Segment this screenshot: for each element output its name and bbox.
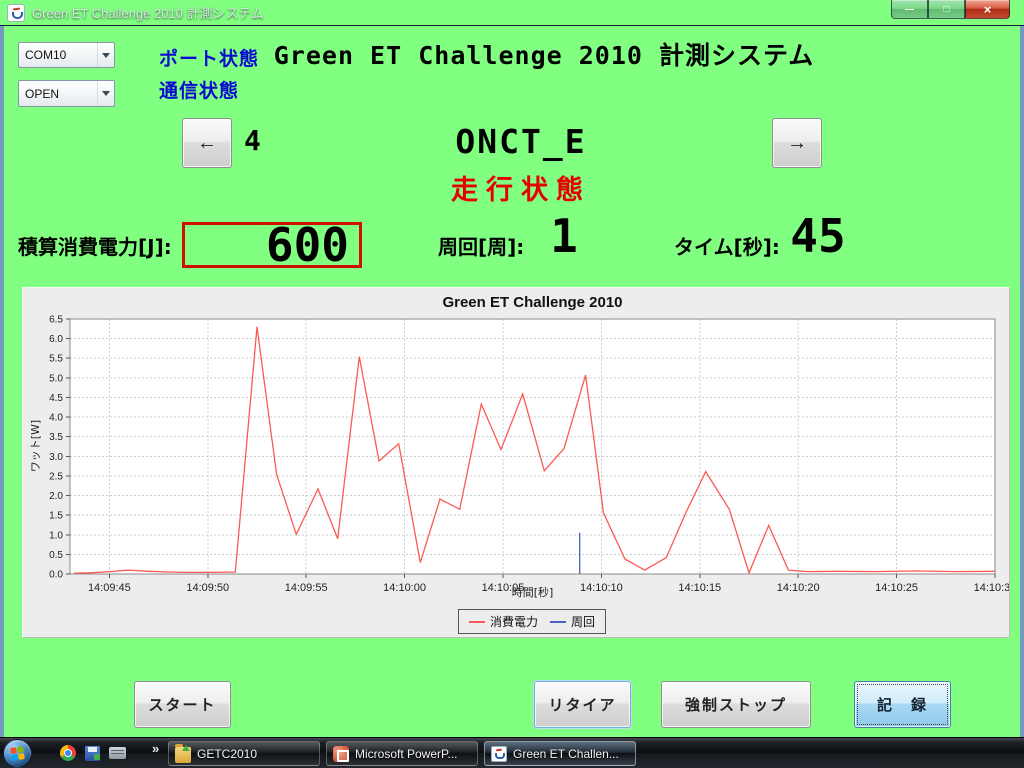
record-button[interactable]: 記 録 bbox=[854, 681, 951, 728]
taskbar: » GETC2010 Microsoft PowerP... Green ET … bbox=[0, 737, 1024, 768]
svg-text:4.0: 4.0 bbox=[49, 413, 63, 424]
energy-value-box: 600 bbox=[182, 222, 362, 268]
taskbar-window-button[interactable]: Green ET Challen... bbox=[484, 741, 636, 766]
svg-text:0.5: 0.5 bbox=[49, 550, 63, 561]
chrome-icon[interactable] bbox=[60, 745, 76, 761]
svg-text:2.0: 2.0 bbox=[49, 491, 63, 502]
quick-launch-bar bbox=[60, 745, 126, 761]
energy-label: 積算消費電力[J]: bbox=[18, 235, 172, 259]
prev-team-button[interactable]: ← bbox=[182, 118, 232, 168]
svg-text:3.0: 3.0 bbox=[49, 452, 63, 463]
left-arrow-icon: ← bbox=[197, 131, 217, 154]
svg-text:5.0: 5.0 bbox=[49, 373, 63, 384]
force-stop-button[interactable]: 強制ストップ bbox=[661, 681, 811, 728]
svg-text:6.5: 6.5 bbox=[49, 315, 63, 326]
svg-text:4.5: 4.5 bbox=[49, 393, 63, 404]
time-value: 45 bbox=[790, 209, 846, 263]
chart-legend: 消費電力 周回 bbox=[457, 609, 607, 634]
time-label: タイム[秒]: bbox=[674, 235, 780, 259]
legend-label: 周回 bbox=[571, 615, 596, 629]
java-app-icon bbox=[7, 3, 25, 22]
svg-text:6.0: 6.0 bbox=[49, 334, 63, 345]
port-open-dropdown-button[interactable] bbox=[97, 81, 114, 106]
legend-swatch bbox=[468, 620, 485, 623]
taskbar-window-buttons: GETC2010 Microsoft PowerP... Green ET Ch… bbox=[168, 741, 636, 766]
taskbar-window-button[interactable]: Microsoft PowerP... bbox=[326, 741, 478, 766]
svg-text:2.5: 2.5 bbox=[49, 471, 63, 482]
lap-value: 1 bbox=[550, 209, 578, 263]
team-name: ONCT_E bbox=[455, 122, 587, 161]
legend-swatch bbox=[550, 620, 566, 623]
chart-panel: Green ET Challenge 2010 ワット[W] 0.0 0.5 1.0… bbox=[22, 287, 1010, 638]
maximize-button[interactable]: □ bbox=[928, 0, 965, 19]
removable-drive-icon[interactable] bbox=[85, 745, 100, 761]
overflow-chevron-icon[interactable]: » bbox=[152, 741, 159, 756]
svg-text:0.0: 0.0 bbox=[49, 570, 63, 581]
app-canvas: COM10 OPEN ポート状態 通信状態 Green ET Challenge… bbox=[0, 26, 1024, 737]
svg-text:3.5: 3.5 bbox=[49, 432, 63, 443]
svg-text:1.5: 1.5 bbox=[49, 511, 63, 522]
svg-text:1.0: 1.0 bbox=[49, 530, 63, 541]
window-titlebar: Green ET Challenge 2010 計測システム — □ × bbox=[0, 0, 1024, 26]
lap-label: 周回[周]: bbox=[438, 235, 525, 259]
right-arrow-icon: → bbox=[787, 131, 807, 154]
powerpoint-icon bbox=[333, 745, 349, 762]
next-team-button[interactable]: → bbox=[772, 118, 822, 168]
close-button[interactable]: × bbox=[965, 0, 1010, 19]
retire-button[interactable]: リタイア bbox=[534, 681, 631, 728]
window-controls: — □ × bbox=[891, 0, 1010, 19]
taskbar-window-button[interactable]: GETC2010 bbox=[168, 741, 320, 766]
legend-item: 消費電力 bbox=[468, 613, 538, 630]
run-status: 走行状態 bbox=[451, 175, 591, 206]
svg-text:5.5: 5.5 bbox=[49, 354, 63, 365]
legend-label: 消費電力 bbox=[489, 615, 538, 629]
java-icon bbox=[491, 745, 507, 762]
window-title: Green ET Challenge 2010 計測システム bbox=[32, 6, 265, 21]
energy-value: 600 bbox=[265, 218, 349, 272]
start-button[interactable]: スタート bbox=[134, 681, 231, 728]
app-title: Green ET Challenge 2010 計測システム bbox=[273, 41, 815, 70]
team-index: 4 bbox=[244, 124, 261, 157]
windows-flag-icon bbox=[10, 746, 25, 761]
port-open-value: OPEN bbox=[25, 86, 60, 101]
minimize-button[interactable]: — bbox=[891, 0, 928, 19]
folder-icon bbox=[175, 743, 191, 763]
legend-item: 周回 bbox=[550, 613, 595, 630]
chevron-down-icon bbox=[102, 91, 110, 96]
comm-status-label: 通信状態 bbox=[159, 80, 240, 102]
server-icon[interactable] bbox=[109, 747, 126, 759]
screen: Green ET Challenge 2010 計測システム — □ × COM… bbox=[0, 0, 1024, 768]
chart-x-axis-label: 時間[秒] bbox=[511, 586, 554, 599]
start-button-orb[interactable] bbox=[3, 739, 32, 768]
port-open-select[interactable]: OPEN bbox=[18, 80, 115, 107]
